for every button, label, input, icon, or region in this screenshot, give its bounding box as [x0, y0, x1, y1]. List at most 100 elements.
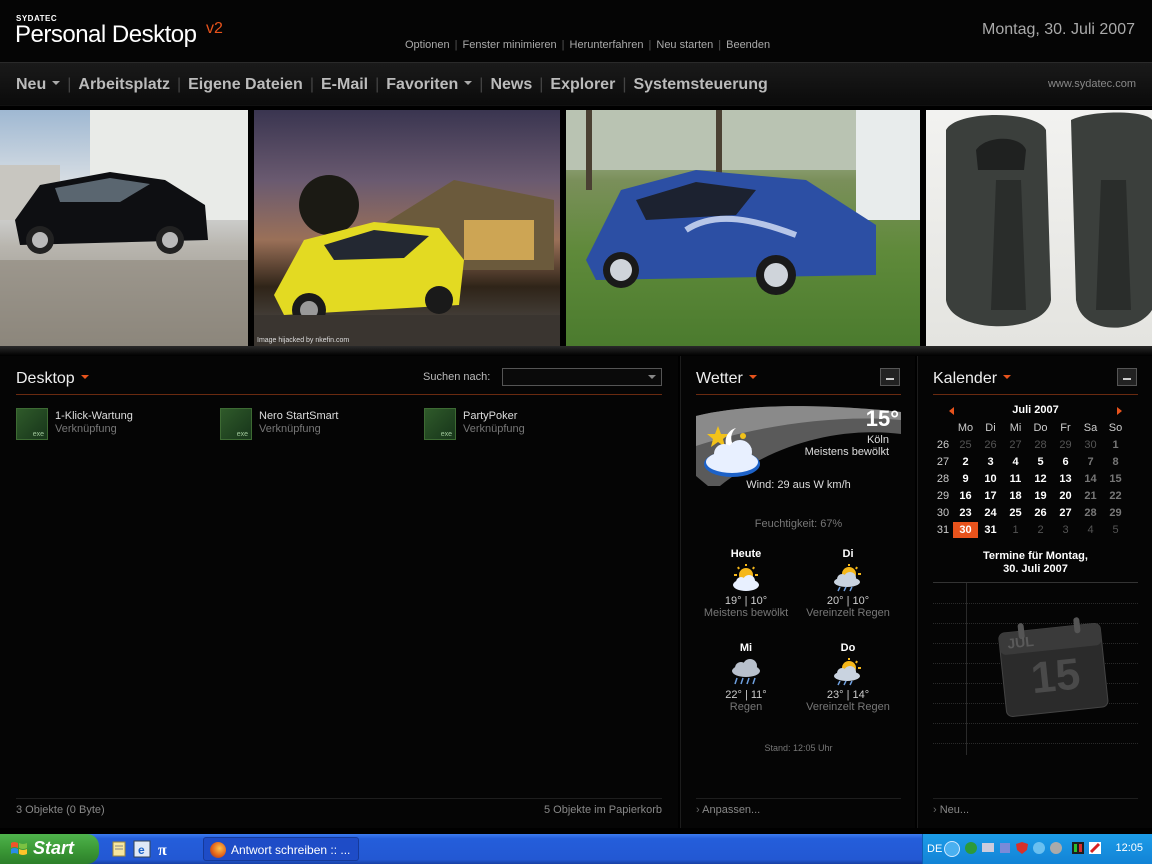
next-month-arrow-icon[interactable] — [1117, 407, 1122, 415]
calendar-day[interactable]: 18 — [1003, 488, 1028, 504]
menu-optionen[interactable]: Optionen — [405, 39, 450, 51]
search-select[interactable] — [502, 368, 662, 386]
calendar-day[interactable]: 30 — [1078, 437, 1103, 453]
weather-title-divider — [696, 394, 901, 395]
language-indicator[interactable]: DE — [927, 843, 942, 855]
calendar-day[interactable]: 28 — [1078, 505, 1103, 521]
shortcut-partypoker[interactable]: exe PartyPoker Verknüpfung — [424, 408, 604, 442]
partly-sunny-icon — [729, 564, 763, 592]
calendar-day[interactable]: 27 — [1053, 505, 1078, 521]
nav-arbeitsplatz[interactable]: Arbeitsplatz — [78, 76, 170, 93]
shortcut-1-klick-wartung[interactable]: exe 1-Klick-Wartung Verknüpfung — [16, 408, 196, 442]
prev-month-arrow-icon[interactable] — [949, 407, 954, 415]
calendar-day[interactable]: 5 — [1028, 454, 1053, 470]
shield-icon[interactable] — [1015, 841, 1029, 855]
calendar-day[interactable]: 3 — [978, 454, 1003, 470]
forecast-mi: Mi 22° | 11° Regen — [696, 642, 796, 713]
calendar-day[interactable]: 27 — [1003, 437, 1028, 453]
calendar-day[interactable]: 2 — [1028, 522, 1053, 538]
nav-neu[interactable]: Neu — [16, 76, 61, 93]
tray-expand-icon[interactable] — [944, 841, 960, 857]
speaker-icon[interactable] — [998, 841, 1012, 855]
nav-eigene-dateien[interactable]: Eigene Dateien — [188, 76, 303, 93]
shortcut-nero-startsmart[interactable]: exe Nero StartSmart Verknüpfung — [220, 408, 400, 442]
internet-explorer-icon[interactable]: e — [133, 840, 151, 858]
calendar-day[interactable]: 4 — [1078, 522, 1103, 538]
calendar-day[interactable]: 11 — [1003, 471, 1028, 487]
calendar-day[interactable]: 16 — [953, 488, 978, 504]
calendar-day[interactable]: 13 — [1053, 471, 1078, 487]
start-button[interactable]: Start — [0, 834, 99, 864]
monitor-icon[interactable] — [981, 841, 995, 855]
calendar-day[interactable]: 2 — [953, 454, 978, 470]
calendar-panel-title[interactable]: Kalender — [933, 370, 1012, 388]
calendar-day[interactable]: 6 — [1053, 454, 1078, 470]
menu-fenster-minimieren[interactable]: Fenster minimieren — [463, 39, 557, 51]
calendar-day[interactable]: 1 — [1003, 522, 1028, 538]
calendar-day[interactable]: 1 — [1103, 437, 1128, 453]
chevron-right-icon: › — [933, 804, 940, 816]
nav-systemsteuerung[interactable]: Systemsteuerung — [633, 76, 767, 93]
notepad-icon[interactable] — [110, 840, 128, 858]
status-bars-icon[interactable] — [1071, 841, 1085, 855]
calendar-day[interactable]: 24 — [978, 505, 1003, 521]
calendar-day[interactable]: 29 — [1053, 437, 1078, 453]
calendar-minimize-button[interactable] — [1117, 368, 1137, 386]
calendar-day[interactable]: 10 — [978, 471, 1003, 487]
calendar-day[interactable]: 26 — [1028, 505, 1053, 521]
calendar-day[interactable]: 31 — [978, 522, 1003, 538]
weather-minimize-button[interactable] — [880, 368, 900, 386]
network-icon[interactable] — [964, 841, 978, 855]
nav-favoriten[interactable]: Favoriten — [386, 76, 473, 93]
calendar-new-link[interactable]: › Neu... — [933, 804, 969, 816]
nav-email[interactable]: E-Mail — [321, 76, 368, 93]
menu-herunterfahren[interactable]: Herunterfahren — [570, 39, 644, 51]
weather-footer-divider — [696, 798, 901, 799]
sync-icon[interactable] — [1049, 841, 1063, 855]
nav-news[interactable]: News — [490, 76, 532, 93]
pi-icon[interactable]: π — [156, 840, 174, 858]
calendar-day[interactable]: 3 — [1053, 522, 1078, 538]
calendar-footer-divider — [933, 798, 1138, 799]
sun-rain-icon — [831, 564, 865, 592]
calendar-day[interactable]: 8 — [1103, 454, 1128, 470]
calendar-day[interactable]: 23 — [953, 505, 978, 521]
weather-customize-link[interactable]: › Anpassen... — [696, 804, 760, 816]
calendar-day[interactable]: 20 — [1053, 488, 1078, 504]
weekday-header: So — [1108, 422, 1123, 434]
calendar-day[interactable]: 22 — [1103, 488, 1128, 504]
calendar-day[interactable]: 29 — [1103, 505, 1128, 521]
calendar-day[interactable]: 9 — [953, 471, 978, 487]
calendar-day[interactable]: 19 — [1028, 488, 1053, 504]
desktop-panel-title-label: Desktop — [16, 370, 75, 387]
calendar-day[interactable]: 28 — [1028, 437, 1053, 453]
forecast-day: Heute — [730, 548, 762, 560]
menu-beenden[interactable]: Beenden — [726, 39, 770, 51]
calendar-day[interactable]: 7 — [1078, 454, 1103, 470]
weather-panel-title[interactable]: Wetter — [696, 370, 757, 388]
taskbar-window-button[interactable]: Antwort schreiben :: ... — [203, 837, 359, 861]
weekday-header: Fr — [1060, 422, 1071, 434]
calendar-day[interactable]: 12 — [1028, 471, 1053, 487]
forecast-condition: Vereinzelt Regen — [806, 607, 890, 619]
weather-city: Köln — [866, 434, 889, 446]
calendar-day[interactable]: 25 — [953, 437, 978, 453]
recycle-bin-count[interactable]: 5 Objekte im Papierkorb — [544, 804, 662, 816]
calendar-day[interactable]: 4 — [1003, 454, 1028, 470]
calendar-day[interactable]: 25 — [1003, 505, 1028, 521]
shortcut-type: Verknüpfung — [259, 423, 321, 435]
menu-neu-starten[interactable]: Neu starten — [656, 39, 713, 51]
antivirus-icon[interactable] — [1088, 841, 1102, 855]
nav-explorer[interactable]: Explorer — [550, 76, 615, 93]
heart-icon[interactable] — [1032, 841, 1046, 855]
website-link[interactable]: www.sydatec.com — [1048, 78, 1136, 90]
calendar-day[interactable]: 21 — [1078, 488, 1103, 504]
calendar-day[interactable]: 30 — [953, 522, 978, 538]
calendar-day[interactable]: 17 — [978, 488, 1003, 504]
calendar-day[interactable]: 5 — [1103, 522, 1128, 538]
shortcut-type: Verknüpfung — [55, 423, 117, 435]
calendar-day[interactable]: 15 — [1103, 471, 1128, 487]
desktop-panel-title[interactable]: Desktop — [16, 370, 89, 388]
calendar-day[interactable]: 26 — [978, 437, 1003, 453]
calendar-day[interactable]: 14 — [1078, 471, 1103, 487]
